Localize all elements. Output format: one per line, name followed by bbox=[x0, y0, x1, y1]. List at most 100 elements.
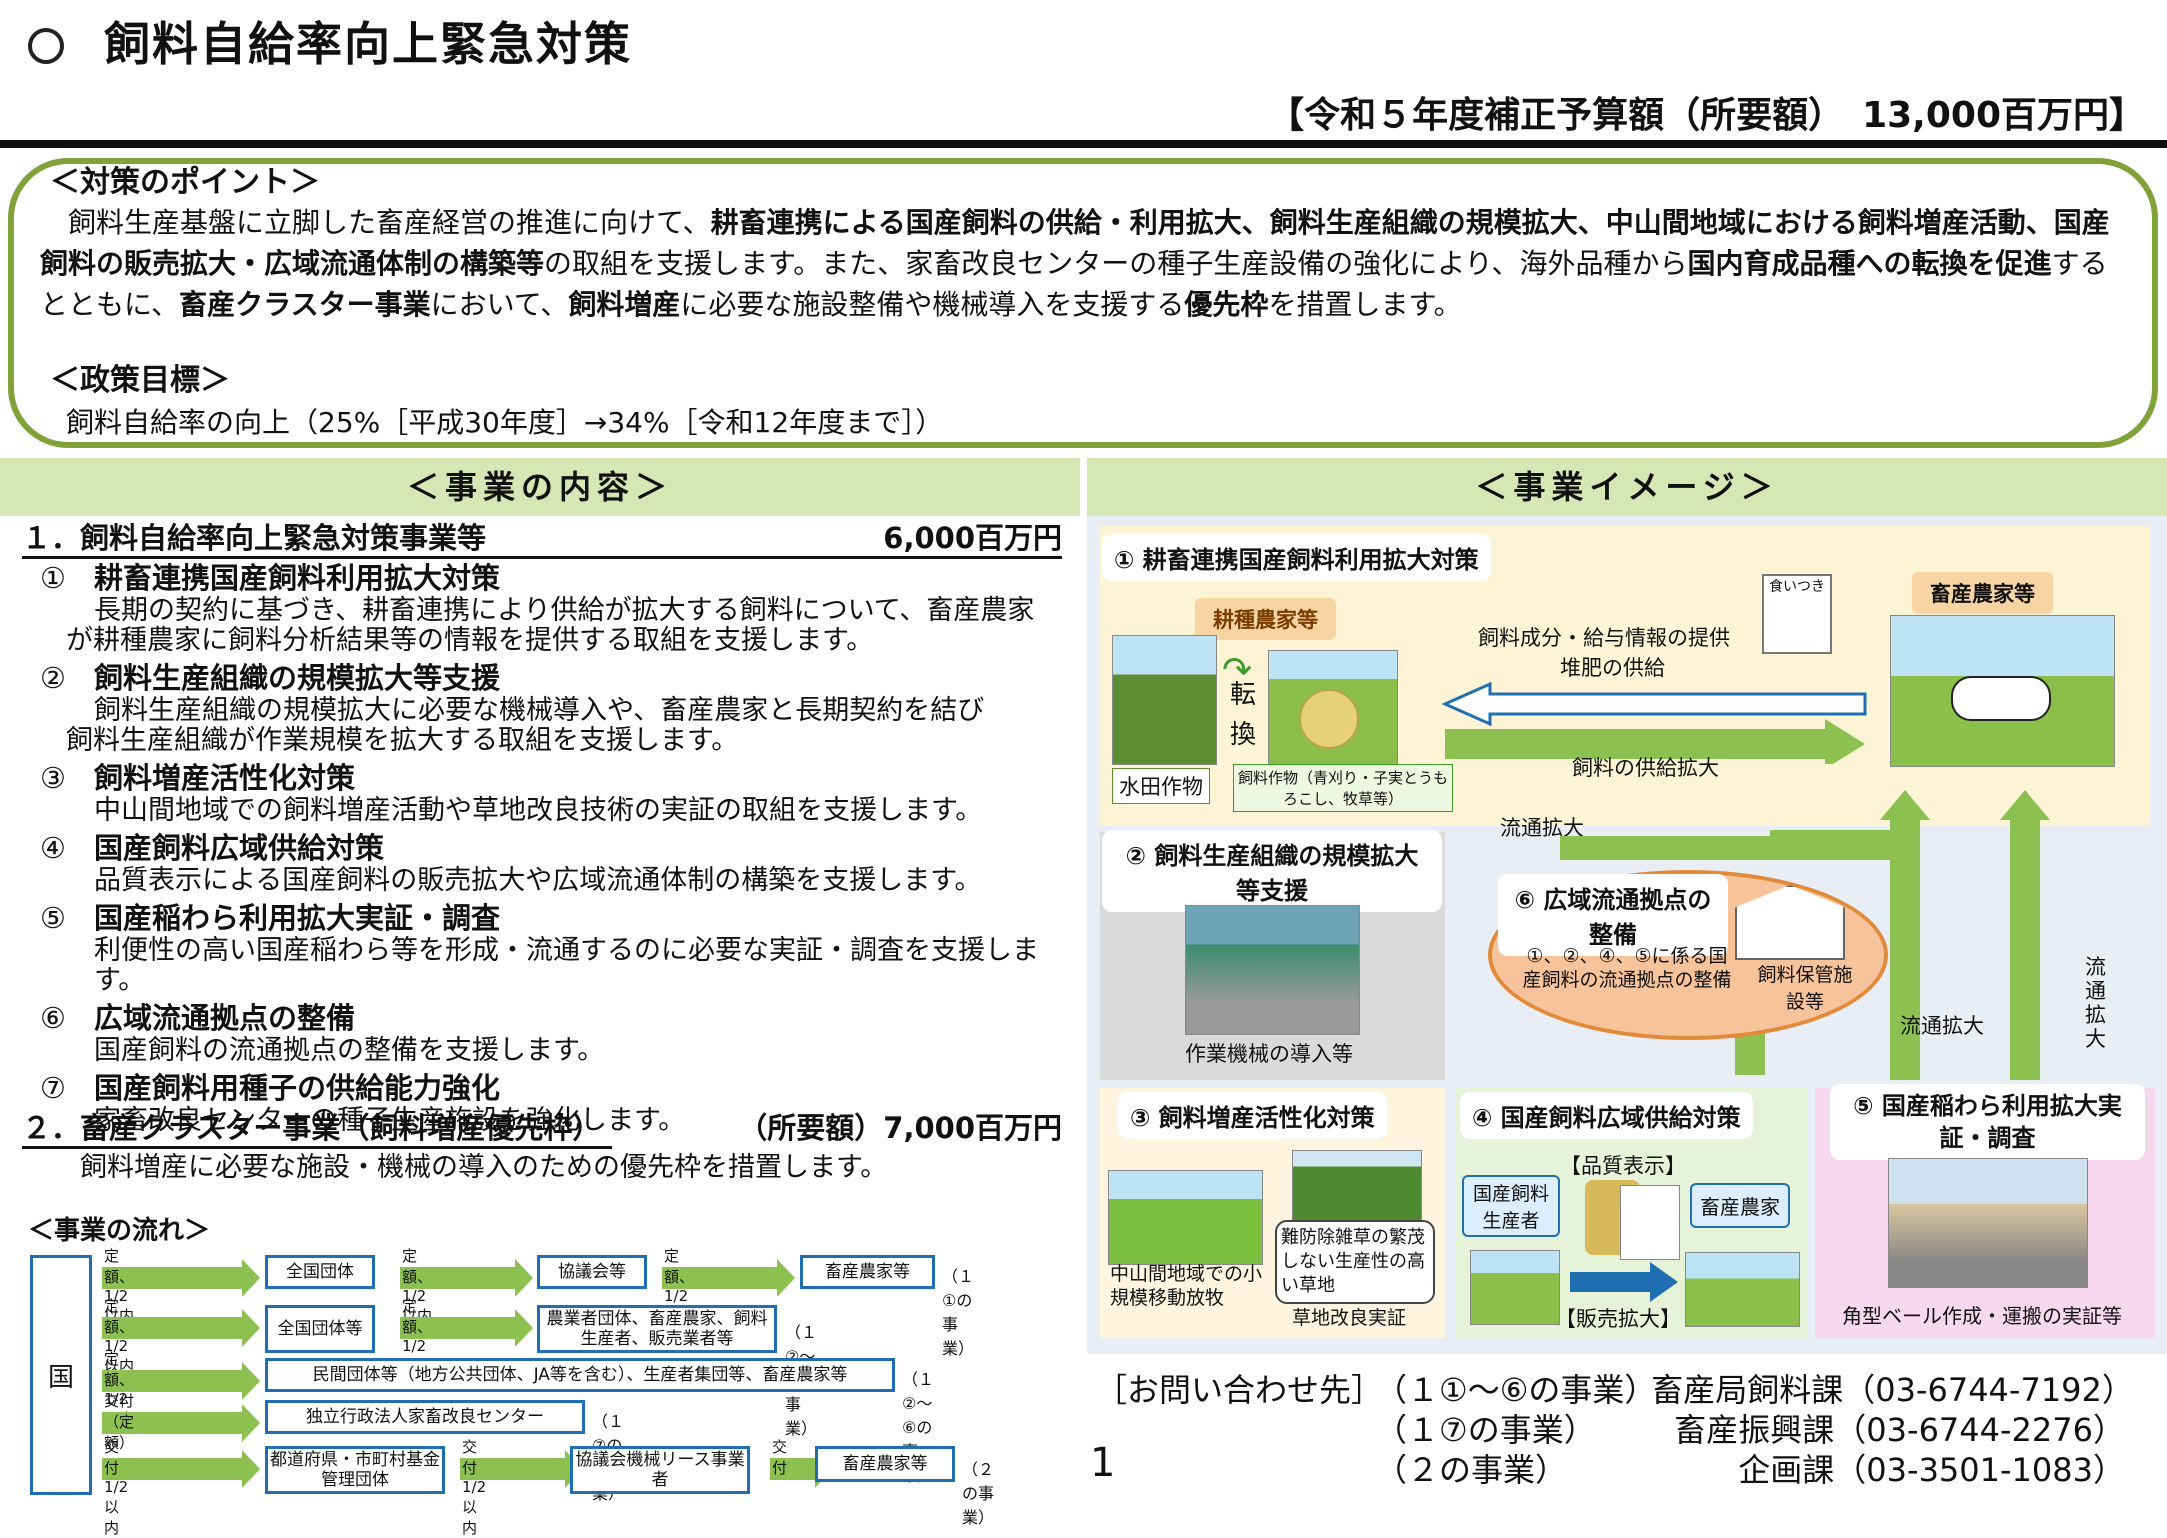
kyokyu-label: 飼料の供給拡大 bbox=[1572, 756, 1719, 780]
item-title: ⑥ 広域流通拠点の整備 bbox=[40, 1001, 356, 1035]
item-desc: 品質表示による国産飼料の販売拡大や広域流通体制の構築を支援します。 bbox=[94, 865, 982, 896]
item-desc: 飼料生産組織の規模拡大に必要な機械導入や、畜産農家と長期契約を結び bbox=[94, 695, 985, 726]
content-heading: ＜事業の内容＞ bbox=[0, 458, 1080, 516]
item-4: ④ 国産飼料広域供給対策 品質表示による国産飼料の販売拡大や広域流通体制の構築を支援… bbox=[40, 830, 1080, 896]
arrow-stem bbox=[1560, 836, 1880, 860]
item-title: ④ 国産飼料広域供給対策 bbox=[40, 831, 385, 865]
section1-amount: 6,000百万円 bbox=[883, 521, 1062, 555]
flow-label: 交付 bbox=[772, 1438, 788, 1477]
feed-crop-image bbox=[1268, 650, 1398, 765]
nouka-label: 畜産農家 bbox=[1690, 1183, 1790, 1228]
suiden-label: 水田作物 bbox=[1112, 768, 1210, 804]
tag-label: 食いつき bbox=[1769, 579, 1825, 595]
flow-label: 交付1/2以内 bbox=[104, 1438, 129, 1537]
title-text: 飼料自給率向上緊急対策 bbox=[104, 17, 632, 71]
item-desc: 中山間地域での飼料増産活動や草地改良技術の実証の取組を支援します。 bbox=[94, 795, 983, 826]
divider bbox=[0, 140, 2167, 148]
document-icon bbox=[1620, 1185, 1680, 1260]
flow-box: 全国団体等 bbox=[265, 1305, 375, 1353]
up-arrow-icon bbox=[2000, 790, 2050, 1080]
item-3: ③ 飼料増産活性化対策 中山間地域での飼料増産活動や草地改良技術の実証の取組を支援し… bbox=[40, 760, 1080, 826]
panel5-title: ⑤ 国産稲わら利用拡大実証・調査 bbox=[1830, 1084, 2145, 1160]
section2-desc: 飼料増産に必要な施設・機械の導入のための優先枠を措置します。 bbox=[80, 1152, 888, 1183]
contact-scope: （１①～⑥の事業） bbox=[1375, 1371, 1657, 1409]
contact-row: （１①～⑥の事業） 畜産局飼料課（03-6744-7192） bbox=[1375, 1370, 2134, 1410]
contact-scope: （２の事業） bbox=[1375, 1451, 1568, 1489]
item-title: ③ 飼料増産活性化対策 bbox=[40, 761, 356, 795]
item-2: ② 飼料生産組織の規模拡大等支援 飼料生産組織の規模拡大に必要な機械導入や、畜産農家… bbox=[40, 660, 1080, 756]
section1-header: １．飼料自給率向上緊急対策事業等 6,000百万円 bbox=[22, 520, 1062, 559]
points-body: 飼料生産基盤に立脚した畜産経営の推進に向けて、耕畜連携による国産飼料の供給・利用… bbox=[40, 206, 2110, 321]
flow-kuni-box: 国 bbox=[30, 1255, 92, 1495]
item-desc2: 飼料生産組織が作業規模を拡大する取組を支援します。 bbox=[66, 725, 739, 756]
flow-box: 協議会等 bbox=[537, 1255, 647, 1289]
cow-farm-image bbox=[1890, 615, 2115, 767]
info-label: 飼料成分・給与情報の提供 bbox=[1478, 626, 1730, 650]
page-number: 1 bbox=[1090, 1440, 1116, 1486]
hinshitsu-label: 【品質表示】 bbox=[1560, 1154, 1686, 1178]
panel3-title: ③ 飼料増産活性化対策 bbox=[1118, 1092, 1387, 1139]
panel3-balloon: 難防除雑草の繁茂しない生産性の高い草地 bbox=[1275, 1220, 1435, 1304]
truck-image bbox=[1888, 1158, 2088, 1288]
item-title: ② 飼料生産組織の規模拡大等支援 bbox=[40, 661, 501, 695]
rotate-arrow-icon: ↷ bbox=[1222, 650, 1253, 691]
page-title: 飼料自給率向上緊急対策 bbox=[28, 8, 632, 74]
item-1: ① 耕畜連携国産飼料利用拡大対策 長期の契約に基づき、耕畜連携により供給が拡大する飼… bbox=[40, 560, 1080, 656]
contact-scope: （１⑦の事業） bbox=[1375, 1411, 1596, 1449]
left-arrow-icon bbox=[1441, 681, 1867, 727]
section2-amount: （所要額）7,000百万円 bbox=[738, 1111, 1062, 1145]
panel3-cap1: 中山間地域での小規模移動放牧 bbox=[1110, 1263, 1263, 1309]
item-desc: 長期の契約に基づき、耕畜連携により供給が拡大する飼料について、畜産農家 bbox=[94, 595, 1035, 626]
kouhu-label: 耕種農家等 bbox=[1195, 598, 1336, 640]
flow-box: 畜産農家等 bbox=[800, 1255, 935, 1289]
flow-box: 民間団体等（地方公共団体、JA等を含む）、生産者集団等、畜産農家等 bbox=[265, 1358, 895, 1392]
flow-box: 畜産農家等 bbox=[815, 1446, 955, 1482]
item-title: ⑦ 国産飼料用種子の供給能力強化 bbox=[40, 1071, 501, 1105]
item-title: ① 耕畜連携国産飼料利用拡大対策 bbox=[40, 561, 501, 595]
section1-title: １．飼料自給率向上緊急対策事業等 bbox=[22, 521, 487, 555]
goal-heading: ＜政策目標＞ bbox=[50, 363, 230, 398]
flow-heading: ＜事業の流れ＞ bbox=[28, 1216, 211, 1246]
contact-dept: 畜産局飼料課（03-6744-7192） bbox=[1651, 1371, 2134, 1409]
machine-image bbox=[1185, 905, 1360, 1035]
contact-dept: 畜産振興課（03-6744-2276） bbox=[1674, 1411, 2125, 1449]
goal-body: 飼料自給率の向上（25%［平成30年度］→34%［令和12年度まで］） bbox=[66, 406, 944, 439]
panel2-caption: 作業機械の導入等 bbox=[1185, 1042, 1353, 1066]
points-heading: ＜対策のポイント＞ bbox=[50, 165, 320, 200]
circle-icon bbox=[28, 28, 64, 64]
rice-paddy-image bbox=[1112, 635, 1217, 765]
contact-label: ［お問い合わせ先］ bbox=[1095, 1371, 1384, 1409]
item-desc: 利便性の高い国産稲わら等を形成・流通するのに必要な実証・調査を支援します。 bbox=[94, 935, 1039, 996]
pasture-image bbox=[1108, 1170, 1263, 1265]
contact-row: （１⑦の事業） 畜産振興課（03-6744-2276） bbox=[1375, 1410, 2125, 1450]
panel6-hokan: 飼料保管施設等 bbox=[1757, 964, 1853, 1013]
document-icon: 食いつき bbox=[1762, 574, 1832, 654]
flow-box: 協議会機械リース事業者 bbox=[570, 1446, 750, 1494]
flow-box: 全国団体 bbox=[265, 1255, 375, 1289]
flow-box: 都道府県・市町村基金管理団体 bbox=[265, 1446, 445, 1494]
seisansha-label: 国産飼料生産者 bbox=[1462, 1175, 1560, 1237]
panel5-caption: 角型ベール作成・運搬の実証等 bbox=[1842, 1304, 2122, 1328]
right-arrow-icon bbox=[1570, 1262, 1678, 1302]
item-5: ⑤ 国産稲わら利用拡大実証・調査 利便性の高い国産稲わら等を形成・流通するのに必要な… bbox=[40, 900, 1080, 996]
hay-field-image bbox=[1470, 1250, 1560, 1325]
flow-note: （１①の事業） bbox=[942, 1267, 975, 1358]
panel3-cap3: 草地改良実証 bbox=[1292, 1307, 1407, 1329]
item-title: ⑤ 国産稲わら利用拡大実証・調査 bbox=[40, 901, 501, 935]
crop-label: 飼料作物（青刈り・子実とうもろこし、牧草等） bbox=[1233, 764, 1453, 812]
flow-arrows bbox=[1441, 681, 1867, 764]
grassland-image bbox=[1292, 1150, 1422, 1230]
panel6-ryutsu-v: 流通拡大 bbox=[2085, 955, 2106, 1051]
cattle-image bbox=[1685, 1252, 1800, 1327]
flow-note: （２の事業） bbox=[962, 1460, 995, 1527]
panel2-title: ② 飼料生産組織の規模拡大等支援 bbox=[1102, 830, 1442, 912]
image-heading: ＜事業イメージ＞ bbox=[1087, 458, 2167, 516]
panel6-desc: ①、②、④、⑤に係る国産飼料の流通拠点の整備 bbox=[1522, 945, 1732, 991]
section2: ２．畜産クラスター事業（飼料増産優先枠） （所要額）7,000百万円 飼料増産に… bbox=[22, 1110, 1062, 1183]
item-6: ⑥ 広域流通拠点の整備 国産飼料の流通拠点の整備を支援します。 bbox=[40, 1000, 1080, 1066]
contact-dept: 企画課（03-3501-1083） bbox=[1738, 1451, 2125, 1489]
item-desc: 国産飼料の流通拠点の整備を支援します。 bbox=[94, 1035, 605, 1066]
section2-title: ２．畜産クラスター事業（飼料増産優先枠） bbox=[22, 1111, 602, 1145]
items-list: ① 耕畜連携国産飼料利用拡大対策 長期の契約に基づき、耕畜連携により供給が拡大する飼… bbox=[40, 560, 1080, 1140]
flow-label: 交付1/2以内 bbox=[462, 1438, 487, 1537]
